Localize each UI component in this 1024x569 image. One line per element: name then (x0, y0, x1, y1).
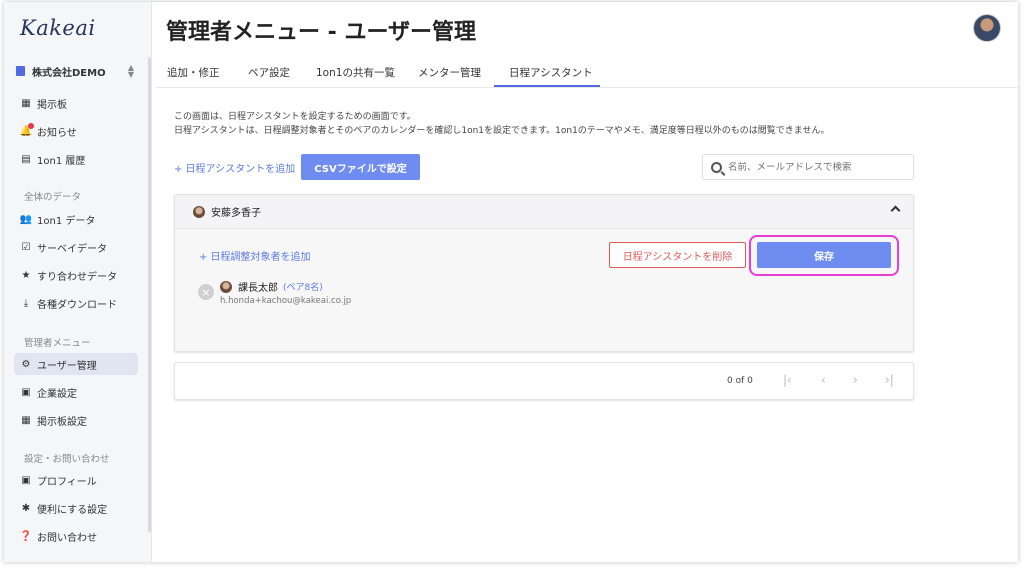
sidebar-scrollbar[interactable] (148, 57, 151, 532)
logo: Kakeai (20, 16, 96, 40)
gear-icon: ✱ (21, 502, 31, 514)
target-name: 課長太郎 (238, 283, 278, 294)
sidebar-item-survey-data[interactable]: ☑ サーベイデータ (14, 236, 138, 258)
tab-bar: 追加・修正 ペア設定 1on1の共有一覧 メンター管理 日程アシスタント (156, 58, 1018, 88)
sidebar-item-notices[interactable]: 🔔 お知らせ (14, 120, 138, 142)
sidebar-item-alignment-data[interactable]: ★ すり合わせデータ (14, 264, 138, 286)
help-icon: ❓ (19, 530, 33, 542)
assistant-avatar (193, 205, 205, 218)
pagination-bar: 0 of 0 |‹ ‹ › ›| (174, 362, 914, 400)
sidebar-item-downloads[interactable]: ⤓ 各種ダウンロード (14, 292, 138, 314)
building-icon (16, 66, 25, 76)
target-avatar (220, 280, 232, 293)
notification-dot (28, 123, 34, 129)
assistant-panel: 安藤多香子 + 日程調整対象者を追加 日程アシスタントを削除 保存 × 課長太郎… (174, 194, 914, 352)
sidebar-item-label: プロフィール (37, 476, 97, 488)
active-tab-indicator (494, 85, 600, 87)
section-heading-admin: 管理者メニュー (24, 338, 91, 349)
profile-icon: ▣ (21, 474, 31, 486)
tab-1on1-sharing[interactable]: 1on1の共有一覧 (316, 65, 395, 80)
star-icon: ★ (21, 269, 31, 281)
users-icon: 👥 (19, 213, 33, 225)
target-pair-count[interactable]: (ペア8名) (283, 280, 323, 293)
sidebar-item-label: すり合わせデータ (37, 271, 117, 283)
page-title: 管理者メニュー - ユーザー管理 (166, 20, 477, 45)
sidebar-item-profile[interactable]: ▣ プロフィール (14, 469, 138, 491)
tab-mentor-management[interactable]: メンター管理 (418, 65, 481, 80)
board-settings-icon: ▦ (21, 414, 31, 426)
sidebar-item-preferences[interactable]: ✱ 便利にする設定 (14, 497, 138, 519)
sidebar-item-label: ユーザー管理 (37, 360, 97, 372)
sidebar-item-label: 企業設定 (37, 388, 77, 400)
sidebar-item-label: サーベイデータ (37, 243, 107, 255)
csv-import-button[interactable]: CSVファイルで設定 (301, 154, 420, 180)
sidebar-item-label: 掲示板 (37, 99, 67, 111)
save-button[interactable]: 保存 (757, 242, 891, 268)
sidebar-item-contact[interactable]: ❓ お問い合わせ (14, 525, 138, 547)
sidebar: Kakeai 株式会社DEMO ▲ ▼ ▦ 掲示板 🔔 お知らせ ▤ 1on1 履… (4, 2, 152, 562)
delete-assistant-button[interactable]: 日程アシスタントを削除 (609, 242, 746, 268)
sidebar-item-label: お問い合わせ (37, 532, 97, 544)
user-gear-icon: ⚙ (21, 358, 31, 370)
sidebar-item-company-settings[interactable]: ▣ 企業設定 (14, 381, 138, 403)
download-icon: ⤓ (23, 297, 29, 309)
tab-schedule-assistant[interactable]: 日程アシスタント (509, 65, 593, 80)
page-description: この画面は、日程アシスタントを設定するための画面です。 日程アシスタントは、日程… (174, 110, 830, 138)
sidebar-item-label: 1on1 データ (37, 215, 96, 227)
tab-add-edit[interactable]: 追加・修正 (167, 65, 220, 80)
target-email: h.honda+kachou@kakeai.co.jp (220, 296, 352, 306)
user-avatar[interactable] (973, 14, 1001, 42)
description-line: 日程アシスタントは、日程調整対象者とそのペアのカレンダーを確認し1on1を設定で… (174, 126, 830, 136)
chevron-up-icon[interactable] (890, 205, 901, 216)
sidebar-item-label: 各種ダウンロード (37, 299, 117, 311)
last-page-icon[interactable]: ›| (885, 373, 894, 387)
sidebar-item-label: 掲示板設定 (37, 416, 87, 428)
tab-pair-settings[interactable]: ペア設定 (248, 65, 290, 80)
calendar-check-icon: ☑ (21, 241, 31, 253)
company-name: 株式会社DEMO (32, 67, 106, 79)
sidebar-item-history[interactable]: ▤ 1on1 履歴 (14, 148, 138, 170)
sidebar-item-label: 便利にする設定 (37, 504, 108, 516)
add-target-link[interactable]: + 日程調整対象者を追加 (199, 248, 311, 263)
section-heading-data: 全体のデータ (24, 192, 82, 203)
description-line: この画面は、日程アシスタントを設定するための画面です。 (174, 112, 416, 122)
sidebar-item-bulletin-settings[interactable]: ▦ 掲示板設定 (14, 409, 138, 431)
company-selector[interactable]: 株式会社DEMO ▲ ▼ (16, 62, 134, 80)
history-icon: ▤ (21, 153, 31, 165)
first-page-icon[interactable]: |‹ (783, 373, 792, 387)
assistant-name: 安藤多香子 (211, 208, 261, 219)
pagination-count: 0 of 0 (727, 376, 753, 386)
search-box[interactable] (702, 154, 914, 180)
prev-page-icon[interactable]: ‹ (821, 373, 826, 387)
sidebar-item-user-management[interactable]: ⚙ ユーザー管理 (14, 353, 138, 375)
chevron-updown-icon: ▲ ▼ (127, 63, 134, 79)
sidebar-item-1on1-data[interactable]: 👥 1on1 データ (14, 208, 138, 230)
target-person: 課長太郎 (ペア8名) (220, 279, 323, 294)
board-icon: ▦ (21, 97, 31, 109)
sidebar-item-label: 1on1 履歴 (37, 155, 86, 167)
app-window: Kakeai 株式会社DEMO ▲ ▼ ▦ 掲示板 🔔 お知らせ ▤ 1on1 履… (4, 2, 1018, 562)
next-page-icon[interactable]: › (853, 373, 858, 387)
section-heading-settings: 設定・お問い合わせ (24, 454, 110, 465)
add-assistant-link[interactable]: + 日程アシスタントを追加 (174, 160, 295, 175)
sidebar-item-bulletin[interactable]: ▦ 掲示板 (14, 92, 138, 114)
assistant-panel-header[interactable]: 安藤多香子 (175, 195, 913, 229)
search-icon (711, 161, 722, 173)
bell-icon: 🔔 (20, 123, 34, 137)
company-icon: ▣ (21, 386, 31, 398)
search-input[interactable] (728, 161, 908, 173)
remove-target-icon[interactable]: × (198, 284, 214, 300)
sidebar-item-label: お知らせ (37, 127, 77, 139)
